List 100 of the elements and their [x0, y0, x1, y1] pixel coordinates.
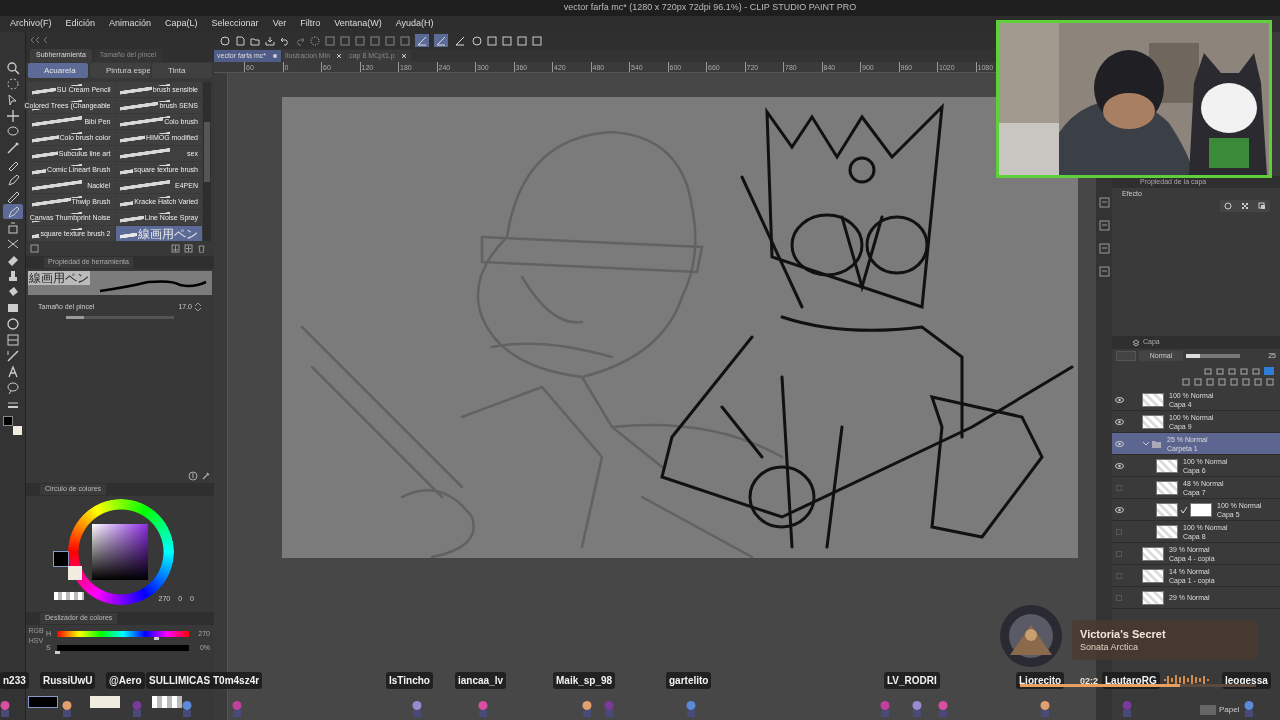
layer-name: Papel	[1219, 704, 1240, 716]
move-icon	[5, 108, 20, 123]
download-icon[interactable]	[188, 471, 198, 481]
main-color-swatch[interactable]	[53, 551, 69, 567]
layer-color-dropdown[interactable]	[1116, 351, 1136, 361]
folder-icon[interactable]	[1142, 438, 1162, 449]
spinner-icon[interactable]	[194, 301, 202, 313]
pen-icon	[5, 204, 20, 219]
chat-username: @Aero	[106, 672, 145, 689]
eye-icon[interactable]	[1114, 506, 1124, 513]
settings-icon[interactable]	[30, 243, 39, 253]
brush-item[interactable]: 線画用ペン	[115, 226, 202, 241]
transparent-color-swatch[interactable]	[54, 592, 84, 600]
layer-thumbnail	[1142, 590, 1164, 605]
sub-color-swatch[interactable]	[68, 566, 82, 580]
layer-color-icon[interactable]	[1264, 366, 1274, 375]
layer-thumbnail	[1200, 705, 1216, 715]
color-swatch[interactable]	[152, 696, 182, 708]
text-icon	[5, 364, 20, 379]
download-icon[interactable]	[171, 243, 180, 253]
help-icon[interactable]	[472, 35, 482, 46]
spinner-icon[interactable]	[310, 35, 320, 46]
collapse-icon[interactable]	[30, 36, 50, 44]
menu-item[interactable]: Seleccionar	[211, 17, 259, 31]
chat-username: LV_RODRI	[884, 672, 940, 689]
chat-username: Maik_sp_98	[553, 672, 616, 689]
color-swatch[interactable]	[90, 696, 120, 708]
chat-username: RussiUwU	[40, 672, 96, 689]
ruler-snap-icon	[436, 35, 446, 46]
character-sprite-icon	[182, 701, 192, 717]
balloon-icon	[5, 380, 20, 395]
menu-item[interactable]: Capa(L)	[165, 17, 198, 31]
character-sprite-icon	[62, 701, 72, 717]
shape-icon	[5, 316, 20, 331]
eye-icon[interactable]	[1114, 418, 1124, 425]
close-icon[interactable]	[400, 53, 407, 59]
border-effect-icon[interactable]	[1224, 202, 1233, 210]
ruler-snap-icon	[455, 35, 465, 46]
layer-thumbnail	[1156, 480, 1178, 495]
airbrush-icon	[5, 220, 20, 235]
song-title: Victoria's Secret	[1080, 626, 1167, 641]
size-slider-fill[interactable]	[66, 316, 85, 319]
search-icon	[5, 60, 20, 75]
menu-item[interactable]: Filtro	[300, 17, 321, 31]
main-color-swatch[interactable]	[2, 416, 13, 426]
character-sprite-icon	[478, 701, 488, 717]
tone-effect-icon[interactable]	[1241, 202, 1249, 210]
mask-thumbnail	[1190, 502, 1212, 517]
background-color-swatch[interactable]	[12, 426, 22, 435]
tool-button[interactable]	[2, 204, 23, 219]
color-swatch[interactable]	[28, 696, 58, 708]
preview-label: 線画用ペン	[28, 271, 90, 285]
window-title: vector farfa mc* (1280 x 720px 72dpi 96.1%) - CLIP STUDIO PAINT PRO	[563, 1, 857, 15]
folder-icon[interactable]	[250, 35, 260, 46]
character-sprite-icon	[686, 701, 696, 717]
add-icon[interactable]	[184, 243, 193, 253]
subtool-group-tab[interactable]: Pintura espe	[90, 63, 150, 78]
chat-username: n233	[0, 672, 29, 689]
opacity-slider-fill[interactable]	[1186, 354, 1200, 358]
character-sprite-icon	[938, 701, 948, 717]
snap-toggle-button[interactable]	[415, 34, 429, 47]
menu-item[interactable]: Ventana(W)	[334, 17, 382, 31]
layer-thumbnail	[1142, 568, 1164, 583]
layer-thumbnail	[1156, 502, 1178, 517]
redo-icon[interactable]	[295, 35, 305, 46]
menu-item[interactable]: Edición	[65, 17, 96, 31]
slider-thumb[interactable]	[154, 637, 159, 640]
layer-color-icon[interactable]	[1257, 202, 1266, 210]
song-artist: Sonata Arctica	[1080, 640, 1140, 654]
slider-thumb[interactable]	[55, 651, 60, 654]
layer-thumbnail	[1156, 524, 1178, 539]
rotate-icon	[5, 76, 20, 91]
snap-toggle-button[interactable]	[434, 34, 448, 47]
wrench-icon[interactable]	[201, 471, 211, 481]
subtool-group-tab[interactable]: Acuarela	[28, 63, 88, 78]
menu-item[interactable]: Archivo(F)	[10, 17, 52, 31]
close-icon[interactable]	[336, 53, 343, 59]
character-sprite-icon	[1040, 701, 1050, 717]
snap-toggle-button[interactable]	[453, 34, 467, 47]
chat-username: T0m4sz4r	[210, 672, 263, 689]
chat-username: iancaa_lv	[455, 672, 507, 689]
eye-icon[interactable]	[1114, 462, 1124, 469]
layer-thumbnail	[1142, 392, 1164, 407]
new-file-icon[interactable]	[235, 35, 245, 46]
menu-item[interactable]: Animación	[109, 17, 152, 31]
character-sprite-icon	[132, 701, 142, 717]
scrollbar-thumb[interactable]	[204, 122, 210, 182]
wand-icon	[5, 140, 20, 155]
character-sprite-icon	[1244, 701, 1254, 717]
lasso-icon	[5, 124, 20, 139]
menu-item[interactable]: Ayuda(H)	[395, 17, 434, 31]
check-icon	[1180, 505, 1188, 514]
menu-item[interactable]: Ver	[272, 17, 287, 31]
song-time: 02:2	[1080, 675, 1098, 688]
undo-icon[interactable]	[280, 35, 290, 46]
eye-icon[interactable]	[1114, 396, 1124, 403]
subtool-group-tab[interactable]: Tinta	[152, 63, 212, 78]
frame-icon	[5, 332, 20, 347]
eye-icon[interactable]	[1114, 440, 1124, 447]
character-sprite-icon	[880, 701, 890, 717]
